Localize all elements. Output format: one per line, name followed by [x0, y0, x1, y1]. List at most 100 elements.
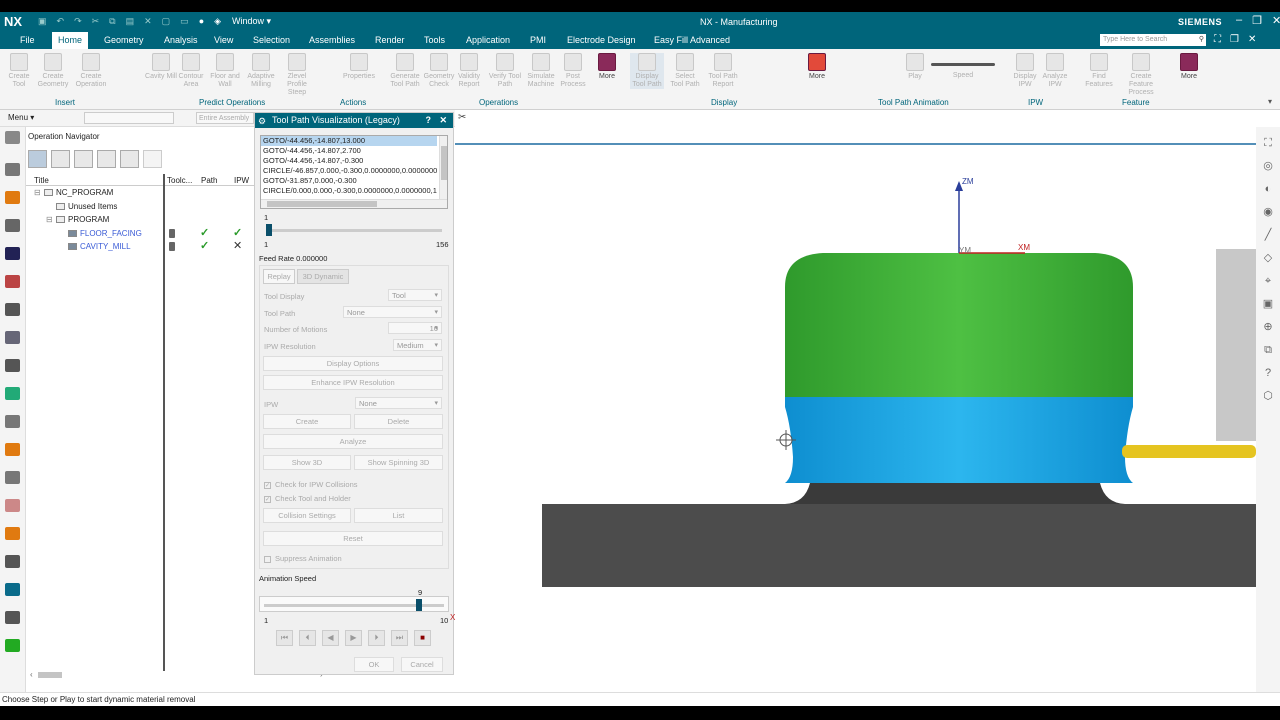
step-backward-icon[interactable]: ⏴ — [299, 630, 316, 646]
row-title[interactable]: FLOOR_FACING — [68, 227, 142, 240]
tab-electrode-design[interactable]: Electrode Design — [561, 32, 642, 49]
ok-button[interactable]: OK — [354, 657, 394, 672]
motion-slider-knob[interactable] — [266, 224, 272, 236]
listing-line[interactable]: GOTO/-31.857,0.000,-0.300 — [261, 176, 437, 186]
listing-line[interactable]: CIRCLE/-46.857,0.000,-0.300,0.0000000,0.… — [261, 166, 437, 176]
tab-home[interactable]: Home — [52, 32, 89, 49]
ribbon-post-process-button[interactable]: Post Process — [556, 53, 590, 89]
play-forward-icon[interactable]: ▶ — [345, 630, 362, 646]
settings-gear-icon[interactable]: ⚙ — [258, 114, 266, 129]
process-studio-icon[interactable] — [5, 415, 20, 428]
listing-line[interactable]: GOTO/-44.456,-14.807,-0.300 — [261, 156, 437, 166]
ribbon-simulate-machine-button[interactable]: Simulate Machine — [524, 53, 558, 89]
rewind-to-start-icon[interactable]: ⏮ — [276, 630, 293, 646]
ribbon-generate-tool-path-button[interactable]: Generate Tool Path — [388, 53, 422, 89]
tab-3d-dynamic[interactable]: 3D Dynamic — [297, 269, 349, 284]
cancel-button[interactable]: Cancel — [401, 657, 443, 672]
ribbon-properties-button[interactable]: Properties — [342, 53, 376, 81]
fast-forward-to-end-icon[interactable]: ⏭ — [391, 630, 408, 646]
history-icon[interactable] — [5, 359, 20, 372]
navigator-row[interactable]: FLOOR_FACING ✓ ✓ — [26, 227, 254, 240]
ribbon-find-features-button[interactable]: Find Features — [1082, 53, 1116, 89]
tool-icon[interactable]: ◈ — [214, 16, 221, 27]
type-filter-dropdown[interactable] — [84, 112, 174, 124]
web-browser-icon[interactable] — [5, 387, 20, 400]
operation-navigator-icon[interactable] — [5, 275, 20, 288]
ipw-select[interactable]: None — [355, 397, 442, 409]
clock-icon[interactable] — [5, 611, 20, 624]
clipping-icon[interactable]: ⧉ — [1261, 344, 1275, 357]
delete-button[interactable]: Delete — [354, 414, 443, 429]
collision-settings-button[interactable]: Collision Settings — [263, 508, 351, 523]
paste-icon[interactable]: ▤ — [126, 16, 135, 27]
save-icon[interactable]: ▣ — [38, 16, 47, 27]
visibility-icon[interactable]: ◉ — [1261, 206, 1275, 219]
tool-display-select[interactable]: Tool — [388, 289, 442, 301]
tab-tools[interactable]: Tools — [418, 32, 451, 49]
ribbon-validity-report-button[interactable]: Validity Report — [452, 53, 486, 89]
measure-icon[interactable]: ╱ — [1261, 229, 1275, 242]
fullscreen-icon[interactable]: ⛶ — [1214, 34, 1221, 45]
suppress-animation[interactable]: Suppress Animation — [264, 554, 342, 563]
analyze-button[interactable]: Analyze — [263, 434, 443, 449]
ribbon-collapse-icon[interactable]: ▾ — [1268, 97, 1272, 106]
visual-reporting-icon[interactable] — [5, 583, 20, 596]
create-button[interactable]: Create — [263, 414, 351, 429]
ribbon-more-button[interactable]: More — [800, 53, 834, 81]
restore-icon[interactable]: ❐ — [1252, 14, 1262, 27]
program-order-view-icon[interactable] — [28, 150, 47, 168]
ribbon-tool-path-report-button[interactable]: Tool Path Report — [706, 53, 740, 89]
tab-application[interactable]: Application — [460, 32, 516, 49]
row-title[interactable]: CAVITY_MILL — [68, 240, 131, 253]
animation-speed-slider[interactable] — [264, 599, 444, 611]
row-title[interactable]: Unused Items — [56, 200, 117, 213]
listing-line[interactable]: CIRCLE/0.000,0.000,-0.300,0.0000000,0.00… — [261, 186, 437, 196]
ipw-resolution-select[interactable]: Medium — [393, 339, 442, 351]
minimize-icon[interactable]: – — [1236, 14, 1242, 27]
window-menu[interactable]: Window ▾ — [232, 16, 271, 27]
tool-path-select[interactable]: None — [343, 306, 442, 318]
listing-vertical-scrollbar[interactable] — [439, 136, 447, 200]
3d-cube-icon[interactable]: ⬡ — [1261, 390, 1275, 403]
column-header-3[interactable]: IPW — [234, 176, 249, 185]
reset-button[interactable]: Reset — [263, 531, 443, 546]
sheet-metal-icon[interactable] — [5, 555, 20, 568]
ribbon-contour-area-button[interactable]: Contour Area — [174, 53, 208, 89]
listing-line[interactable]: GOTO/-44.456,-14.807,2.700 — [261, 146, 437, 156]
window-split-icon[interactable]: ❐ — [1230, 34, 1239, 45]
speed-slider-knob[interactable] — [415, 599, 422, 611]
expand-toggle-icon[interactable]: ⊟ — [46, 213, 53, 226]
ribbon-create-feature-process-button[interactable]: Create Feature Process — [1124, 53, 1158, 97]
settings-icon[interactable] — [5, 131, 20, 144]
ribbon-create-operation-button[interactable]: Create Operation — [74, 53, 108, 89]
machining-method-view-icon[interactable] — [97, 150, 116, 168]
machine-tool-view-icon[interactable] — [51, 150, 70, 168]
copy-icon[interactable]: ⧉ — [109, 16, 115, 27]
reuse-library-icon[interactable] — [5, 331, 20, 344]
expand-toggle-icon[interactable]: ⊟ — [34, 186, 41, 199]
list-button[interactable]: List — [354, 508, 443, 523]
show-spinning-3d-button[interactable]: Show Spinning 3D — [354, 455, 443, 470]
repeat-icon[interactable]: ▢ — [162, 16, 171, 27]
menu-button[interactable]: Menu ▾ — [8, 113, 34, 122]
ribbon-analyze-ipw-button[interactable]: Analyze IPW — [1038, 53, 1072, 89]
ribbon-display-tool-path-button[interactable]: Display Tool Path — [630, 53, 664, 89]
tab-geometry[interactable]: Geometry — [98, 32, 150, 49]
check-ipw-collisions[interactable]: ✓ Check for IPW Collisions — [264, 480, 358, 489]
display-options-button[interactable]: Display Options — [263, 356, 443, 371]
snap-icon[interactable]: ◇ — [1261, 252, 1275, 265]
ribbon-geometry-check-button[interactable]: Geometry Check — [422, 53, 456, 89]
ribbon-speed-button[interactable]: Speed — [931, 53, 995, 80]
touch-mode-icon[interactable]: ▭ — [180, 16, 189, 27]
palette-icon[interactable] — [5, 527, 20, 540]
roles-icon[interactable] — [5, 443, 20, 456]
navigator-row[interactable]: ⊟ PROGRAM — [26, 213, 254, 226]
tool-path-listing[interactable]: GOTO/-44.456,-14.807,13.000 GOTO/-44.456,… — [260, 135, 448, 209]
tab-render[interactable]: Render — [369, 32, 411, 49]
delete-icon[interactable]: ✕ — [144, 16, 152, 27]
search-icon[interactable]: ⚲ — [1199, 34, 1204, 46]
ribbon-cavity-mill-button[interactable]: Cavity Mill — [144, 53, 178, 81]
system-materials-icon[interactable] — [5, 471, 20, 484]
ribbon-zlevel-profile-steep-button[interactable]: Zlevel Profile Steep — [280, 53, 314, 97]
motion-slider[interactable] — [266, 224, 442, 236]
